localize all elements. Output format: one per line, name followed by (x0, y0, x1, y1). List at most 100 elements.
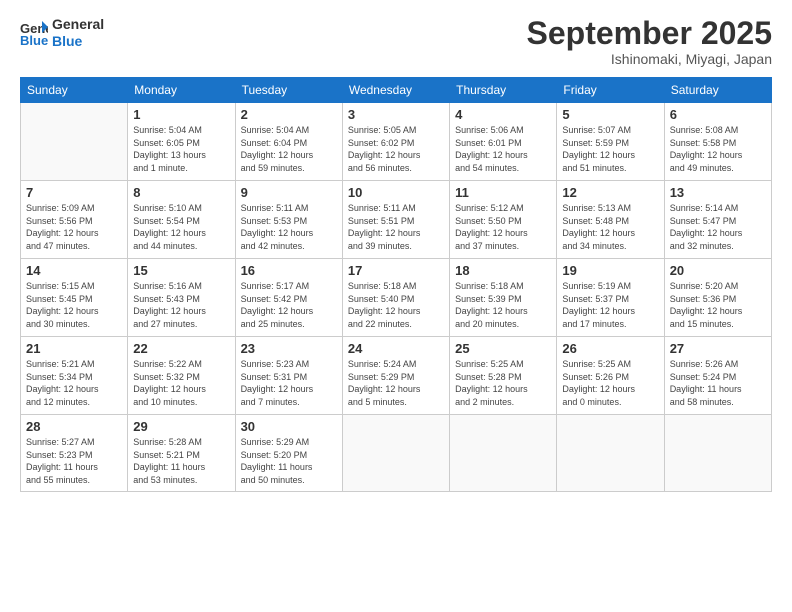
day-number: 18 (455, 263, 551, 278)
header-day-saturday: Saturday (664, 78, 771, 103)
day-info: Sunrise: 5:18 AM Sunset: 5:39 PM Dayligh… (455, 280, 551, 330)
day-number: 15 (133, 263, 229, 278)
calendar-cell: 1 Sunrise: 5:04 AM Sunset: 6:05 PM Daylig… (128, 103, 235, 181)
calendar-week-2: 14 Sunrise: 5:15 AM Sunset: 5:45 PM Dayli… (21, 259, 772, 337)
calendar-cell: 28 Sunrise: 5:27 AM Sunset: 5:23 PM Dayli… (21, 415, 128, 491)
calendar-cell: 19 Sunrise: 5:19 AM Sunset: 5:37 PM Dayli… (557, 259, 664, 337)
calendar-cell: 29Sunrise: 5:28 AM Sunset: 5:21 PM Dayli… (128, 415, 235, 491)
calendar-cell: 26 Sunrise: 5:25 AM Sunset: 5:26 PM Dayli… (557, 337, 664, 415)
day-number: 25 (455, 341, 551, 356)
calendar-cell (21, 103, 128, 181)
calendar-cell: 23Sunrise: 5:23 AM Sunset: 5:31 PM Dayli… (235, 337, 342, 415)
calendar-cell: 14 Sunrise: 5:15 AM Sunset: 5:45 PM Dayli… (21, 259, 128, 337)
calendar-cell: 10 Sunrise: 5:11 AM Sunset: 5:51 PM Dayli… (342, 181, 449, 259)
day-info: Sunrise: 5:07 AM Sunset: 5:59 PM Dayligh… (562, 124, 658, 174)
day-number: 26 (562, 341, 658, 356)
day-number: 12 (562, 185, 658, 200)
calendar-cell: 27 Sunrise: 5:26 AM Sunset: 5:24 PM Dayli… (664, 337, 771, 415)
day-info: Sunrise: 5:11 AM Sunset: 5:53 PM Dayligh… (241, 202, 337, 252)
day-info: Sunrise: 5:15 AM Sunset: 5:45 PM Dayligh… (26, 280, 122, 330)
header: General Blue General Blue September 2025… (20, 16, 772, 67)
day-info: Sunrise: 5:12 AM Sunset: 5:50 PM Dayligh… (455, 202, 551, 252)
calendar-cell: 30 Sunrise: 5:29 AM Sunset: 5:20 PM Dayli… (235, 415, 342, 491)
location: Ishinomaki, Miyagi, Japan (527, 51, 772, 67)
calendar-cell: 9 Sunrise: 5:11 AM Sunset: 5:53 PM Daylig… (235, 181, 342, 259)
calendar-cell: 11Sunrise: 5:12 AM Sunset: 5:50 PM Dayli… (450, 181, 557, 259)
header-day-sunday: Sunday (21, 78, 128, 103)
day-number: 4 (455, 107, 551, 122)
day-number: 3 (348, 107, 444, 122)
calendar-cell: 17 Sunrise: 5:18 AM Sunset: 5:40 PM Dayli… (342, 259, 449, 337)
header-day-wednesday: Wednesday (342, 78, 449, 103)
calendar-cell: 20 Sunrise: 5:20 AM Sunset: 5:36 PM Dayli… (664, 259, 771, 337)
day-number: 30 (241, 419, 337, 434)
day-number: 1 (133, 107, 229, 122)
calendar-cell: 3 Sunrise: 5:05 AM Sunset: 6:02 PM Daylig… (342, 103, 449, 181)
calendar-cell: 22Sunrise: 5:22 AM Sunset: 5:32 PM Dayli… (128, 337, 235, 415)
logo-icon: General Blue (20, 19, 48, 47)
calendar-cell: 24 Sunrise: 5:24 AM Sunset: 5:29 PM Dayli… (342, 337, 449, 415)
day-number: 28 (26, 419, 122, 434)
day-info: Sunrise: 5:09 AM Sunset: 5:56 PM Dayligh… (26, 202, 122, 252)
calendar-cell: 4 Sunrise: 5:06 AM Sunset: 6:01 PM Daylig… (450, 103, 557, 181)
calendar-cell: 12 Sunrise: 5:13 AM Sunset: 5:48 PM Dayli… (557, 181, 664, 259)
calendar-cell (664, 415, 771, 491)
day-info: Sunrise: 5:27 AM Sunset: 5:23 PM Dayligh… (26, 436, 122, 486)
day-info: Sunrise: 5:29 AM Sunset: 5:20 PM Dayligh… (241, 436, 337, 486)
header-day-thursday: Thursday (450, 78, 557, 103)
calendar-cell: 8Sunrise: 5:10 AM Sunset: 5:54 PM Daylig… (128, 181, 235, 259)
day-info: Sunrise: 5:08 AM Sunset: 5:58 PM Dayligh… (670, 124, 766, 174)
day-number: 2 (241, 107, 337, 122)
calendar-cell (342, 415, 449, 491)
day-info: Sunrise: 5:23 AM Sunset: 5:31 PM Dayligh… (241, 358, 337, 408)
calendar-cell (557, 415, 664, 491)
day-info: Sunrise: 5:13 AM Sunset: 5:48 PM Dayligh… (562, 202, 658, 252)
calendar-cell: 25 Sunrise: 5:25 AM Sunset: 5:28 PM Dayli… (450, 337, 557, 415)
calendar-cell: 2Sunrise: 5:04 AM Sunset: 6:04 PM Daylig… (235, 103, 342, 181)
month-title: September 2025 (527, 16, 772, 51)
day-info: Sunrise: 5:19 AM Sunset: 5:37 PM Dayligh… (562, 280, 658, 330)
calendar-cell: 21 Sunrise: 5:21 AM Sunset: 5:34 PM Dayli… (21, 337, 128, 415)
day-number: 17 (348, 263, 444, 278)
calendar-cell (450, 415, 557, 491)
calendar-cell: 15 Sunrise: 5:16 AM Sunset: 5:43 PM Dayli… (128, 259, 235, 337)
day-number: 27 (670, 341, 766, 356)
logo: General Blue General Blue (20, 16, 104, 50)
header-day-monday: Monday (128, 78, 235, 103)
day-info: Sunrise: 5:26 AM Sunset: 5:24 PM Dayligh… (670, 358, 766, 408)
day-info: Sunrise: 5:24 AM Sunset: 5:29 PM Dayligh… (348, 358, 444, 408)
day-info: Sunrise: 5:16 AM Sunset: 5:43 PM Dayligh… (133, 280, 229, 330)
day-info: Sunrise: 5:11 AM Sunset: 5:51 PM Dayligh… (348, 202, 444, 252)
day-info: Sunrise: 5:04 AM Sunset: 6:05 PM Dayligh… (133, 124, 229, 174)
day-info: Sunrise: 5:14 AM Sunset: 5:47 PM Dayligh… (670, 202, 766, 252)
day-number: 19 (562, 263, 658, 278)
day-number: 14 (26, 263, 122, 278)
day-info: Sunrise: 5:21 AM Sunset: 5:34 PM Dayligh… (26, 358, 122, 408)
calendar-week-1: 7Sunrise: 5:09 AM Sunset: 5:56 PM Daylig… (21, 181, 772, 259)
header-day-tuesday: Tuesday (235, 78, 342, 103)
page: General Blue General Blue September 2025… (0, 0, 792, 612)
day-number: 21 (26, 341, 122, 356)
day-info: Sunrise: 5:18 AM Sunset: 5:40 PM Dayligh… (348, 280, 444, 330)
calendar-cell: 7Sunrise: 5:09 AM Sunset: 5:56 PM Daylig… (21, 181, 128, 259)
calendar-table: SundayMondayTuesdayWednesdayThursdayFrid… (20, 77, 772, 491)
logo-line1: General (52, 16, 104, 33)
day-number: 13 (670, 185, 766, 200)
day-number: 16 (241, 263, 337, 278)
day-info: Sunrise: 5:06 AM Sunset: 6:01 PM Dayligh… (455, 124, 551, 174)
day-info: Sunrise: 5:20 AM Sunset: 5:36 PM Dayligh… (670, 280, 766, 330)
day-info: Sunrise: 5:05 AM Sunset: 6:02 PM Dayligh… (348, 124, 444, 174)
day-number: 24 (348, 341, 444, 356)
day-info: Sunrise: 5:25 AM Sunset: 5:28 PM Dayligh… (455, 358, 551, 408)
day-number: 5 (562, 107, 658, 122)
day-info: Sunrise: 5:25 AM Sunset: 5:26 PM Dayligh… (562, 358, 658, 408)
calendar-week-4: 28 Sunrise: 5:27 AM Sunset: 5:23 PM Dayli… (21, 415, 772, 491)
day-info: Sunrise: 5:22 AM Sunset: 5:32 PM Dayligh… (133, 358, 229, 408)
logo-line2: Blue (52, 33, 104, 50)
day-number: 9 (241, 185, 337, 200)
calendar-header-row: SundayMondayTuesdayWednesdayThursdayFrid… (21, 78, 772, 103)
day-info: Sunrise: 5:10 AM Sunset: 5:54 PM Dayligh… (133, 202, 229, 252)
day-number: 20 (670, 263, 766, 278)
calendar-week-3: 21 Sunrise: 5:21 AM Sunset: 5:34 PM Dayli… (21, 337, 772, 415)
day-number: 10 (348, 185, 444, 200)
